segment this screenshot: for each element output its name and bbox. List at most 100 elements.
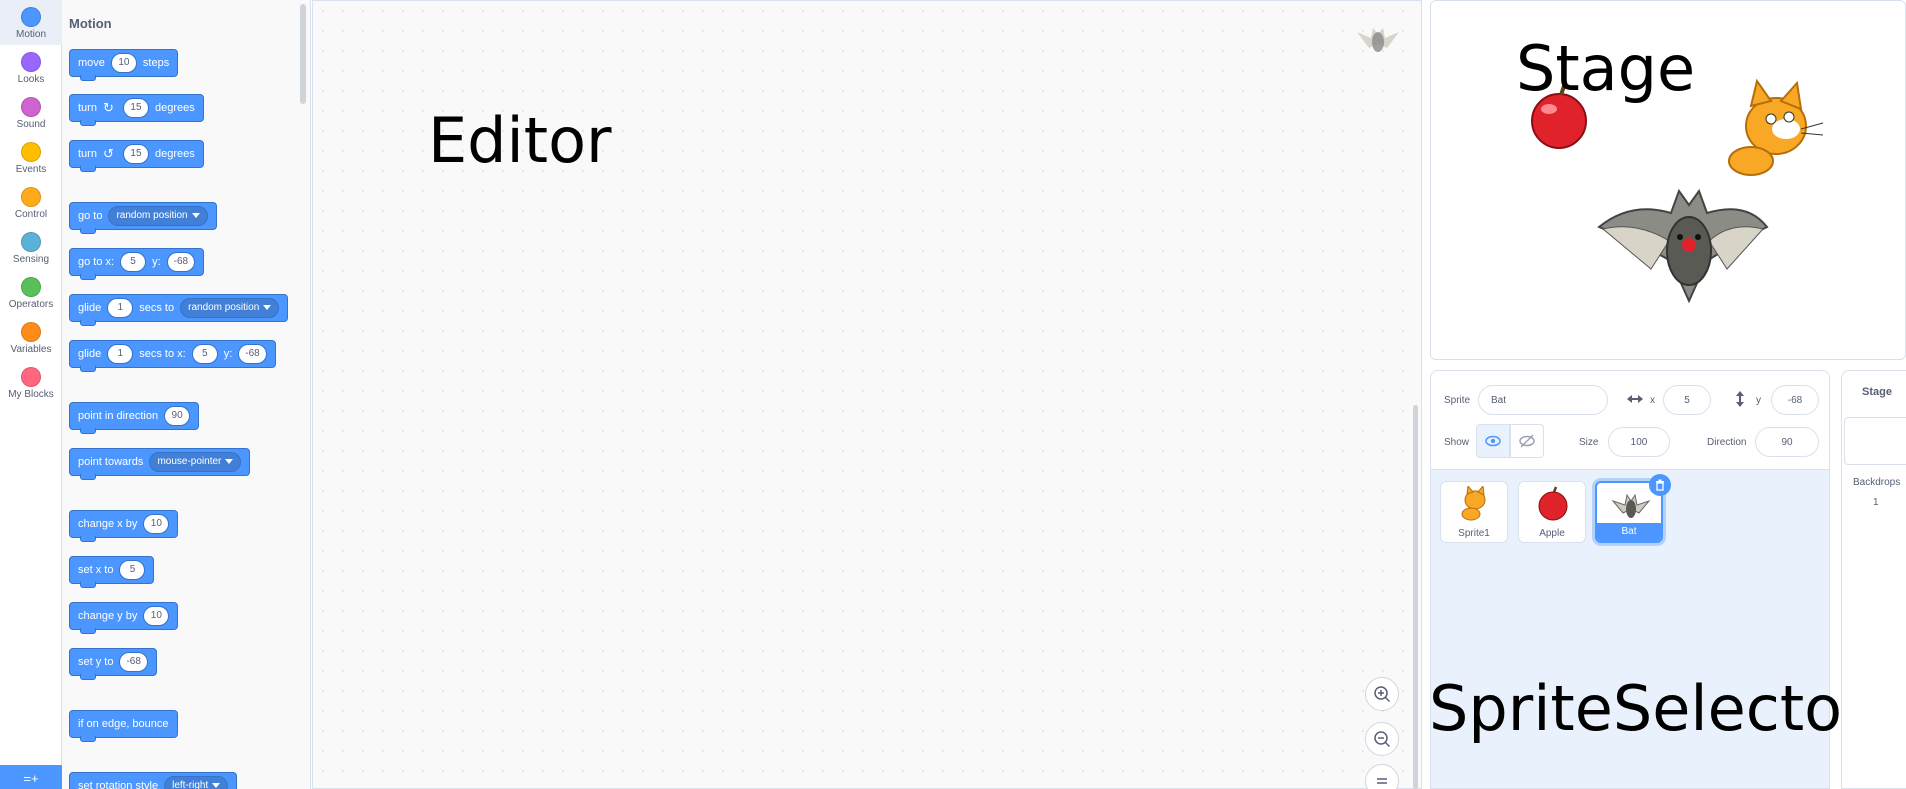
workspace-scrollbar[interactable]: [1413, 405, 1418, 789]
block-text: secs to: [139, 302, 175, 314]
palette-scrollbar[interactable]: [300, 4, 306, 104]
zoom-out-button[interactable]: [1365, 722, 1399, 756]
scratch-editor-root: Motion Looks Sound Events Control Sensin…: [0, 0, 1906, 789]
events-icon: [21, 142, 41, 162]
my-blocks-icon: [21, 367, 41, 387]
block-text: y:: [152, 256, 161, 268]
hide-sprite-button[interactable]: [1510, 424, 1544, 458]
category-sensing[interactable]: Sensing: [0, 225, 62, 270]
secs-input[interactable]: 1: [107, 298, 134, 318]
block-text: set x to: [78, 564, 114, 576]
show-label: Show: [1444, 437, 1470, 448]
direction-input[interactable]: 90: [164, 406, 191, 426]
size-input[interactable]: 100: [1608, 427, 1670, 457]
x-value: 5: [1684, 394, 1690, 406]
category-label: Operators: [8, 299, 54, 310]
sprite-name-label: Sprite: [1444, 395, 1471, 406]
category-operators[interactable]: Operators: [0, 270, 62, 315]
degrees-input[interactable]: 15: [122, 98, 149, 118]
cat-thumbnail-icon: [1461, 486, 1486, 521]
rotate-left-icon: ↺: [102, 146, 114, 161]
sprite-tile-apple[interactable]: Apple: [1518, 481, 1586, 543]
category-label: Variables: [10, 344, 52, 355]
y-position-icon: [1736, 391, 1744, 407]
category-variables[interactable]: Variables: [0, 315, 62, 360]
x-input[interactable]: 10: [143, 514, 170, 534]
stage-backdrop-thumbnail[interactable]: [1844, 417, 1906, 465]
chevron-down-icon: [263, 304, 272, 310]
category-events[interactable]: Events: [0, 135, 62, 180]
y-input[interactable]: -68: [238, 344, 267, 364]
stage-pane-title: Stage: [1862, 386, 1892, 398]
x-input[interactable]: 5: [119, 560, 146, 580]
category-my-blocks[interactable]: My Blocks: [0, 360, 62, 405]
block-set-x[interactable]: set x to 5: [69, 556, 155, 588]
block-point-towards[interactable]: point towards mouse-pointer: [69, 448, 251, 480]
rotation-dropdown[interactable]: left-right: [164, 776, 229, 789]
add-extension-icon: =+: [23, 771, 39, 786]
sensing-icon: [21, 232, 41, 252]
block-move-steps[interactable]: move 10 steps: [69, 49, 179, 81]
zoom-in-button[interactable]: [1365, 677, 1399, 711]
target-dropdown[interactable]: random position: [108, 206, 208, 226]
y-input[interactable]: -68: [119, 652, 148, 672]
degrees-input[interactable]: 15: [122, 144, 149, 164]
block-go-to[interactable]: go to random position: [69, 202, 217, 234]
variables-icon: [21, 322, 41, 342]
delete-sprite-button[interactable]: [1649, 474, 1671, 496]
x-input[interactable]: 5: [191, 344, 218, 364]
bat-thumbnail-icon: [1611, 493, 1651, 518]
block-text: glide: [78, 348, 102, 360]
block-glide-to[interactable]: glide 1 secs to random position: [69, 294, 289, 326]
direction-label: Direction: [1707, 437, 1747, 448]
sprite-tile-sprite1[interactable]: Sprite1: [1440, 481, 1508, 543]
sprite-name-input[interactable]: Bat: [1478, 385, 1608, 415]
target-dropdown[interactable]: mouse-pointer: [149, 452, 242, 472]
category-sound[interactable]: Sound: [0, 90, 62, 135]
sprite-selector-overlay-label: SpriteSelector: [1429, 672, 1868, 745]
rotate-right-icon: ↻: [102, 100, 114, 115]
show-sprite-button[interactable]: [1476, 424, 1510, 458]
category-control[interactable]: Control: [0, 180, 62, 225]
sprite-tile-name: Bat: [1597, 523, 1661, 541]
y-value: -68: [1787, 394, 1803, 406]
block-text: set y to: [78, 656, 114, 668]
x-label: x: [1650, 395, 1655, 406]
block-glide-xy[interactable]: glide 1 secs to x: 5 y: -68: [69, 340, 276, 372]
y-input[interactable]: -68: [166, 252, 196, 272]
block-text: change y by: [78, 610, 138, 622]
secs-input[interactable]: 1: [107, 344, 134, 364]
y-input[interactable]: -68: [1771, 385, 1819, 415]
block-text: turn: [78, 102, 97, 114]
block-change-x[interactable]: change x by 10: [69, 510, 179, 542]
target-dropdown[interactable]: random position: [180, 298, 280, 318]
block-text: set rotation style: [78, 780, 159, 789]
eye-slash-icon: [1519, 434, 1535, 448]
block-text: glide: [78, 302, 102, 314]
block-edge-bounce[interactable]: if on edge, bounce: [69, 710, 178, 742]
zoom-out-icon: [1374, 731, 1391, 748]
block-set-y[interactable]: set y to -68: [69, 648, 157, 680]
add-extension-button[interactable]: =+: [0, 765, 62, 789]
size-value: 100: [1630, 436, 1648, 448]
palette-section-title: Motion: [69, 16, 112, 31]
sound-icon: [21, 97, 41, 117]
block-turn-right[interactable]: turn ↻ 15 degrees: [69, 94, 204, 126]
block-text: go to x:: [78, 256, 115, 268]
block-rotation-style[interactable]: set rotation style left-right: [69, 772, 238, 789]
category-looks[interactable]: Looks: [0, 45, 62, 90]
direction-input[interactable]: 90: [1755, 427, 1819, 457]
x-input[interactable]: 5: [120, 252, 147, 272]
y-input[interactable]: 10: [143, 606, 170, 626]
block-change-y[interactable]: change y by 10: [69, 602, 179, 634]
steps-input[interactable]: 10: [110, 53, 137, 73]
looks-icon: [21, 52, 41, 72]
trash-icon: [1656, 479, 1664, 491]
sprite-tile-name: Apple: [1539, 528, 1565, 539]
category-motion[interactable]: Motion: [0, 0, 62, 45]
block-text: go to: [78, 210, 103, 222]
block-turn-left[interactable]: turn ↺ 15 degrees: [69, 140, 204, 172]
block-point-direction[interactable]: point in direction 90: [69, 402, 200, 434]
block-go-to-xy[interactable]: go to x: 5 y: -68: [69, 248, 205, 280]
x-input[interactable]: 5: [1663, 385, 1711, 415]
